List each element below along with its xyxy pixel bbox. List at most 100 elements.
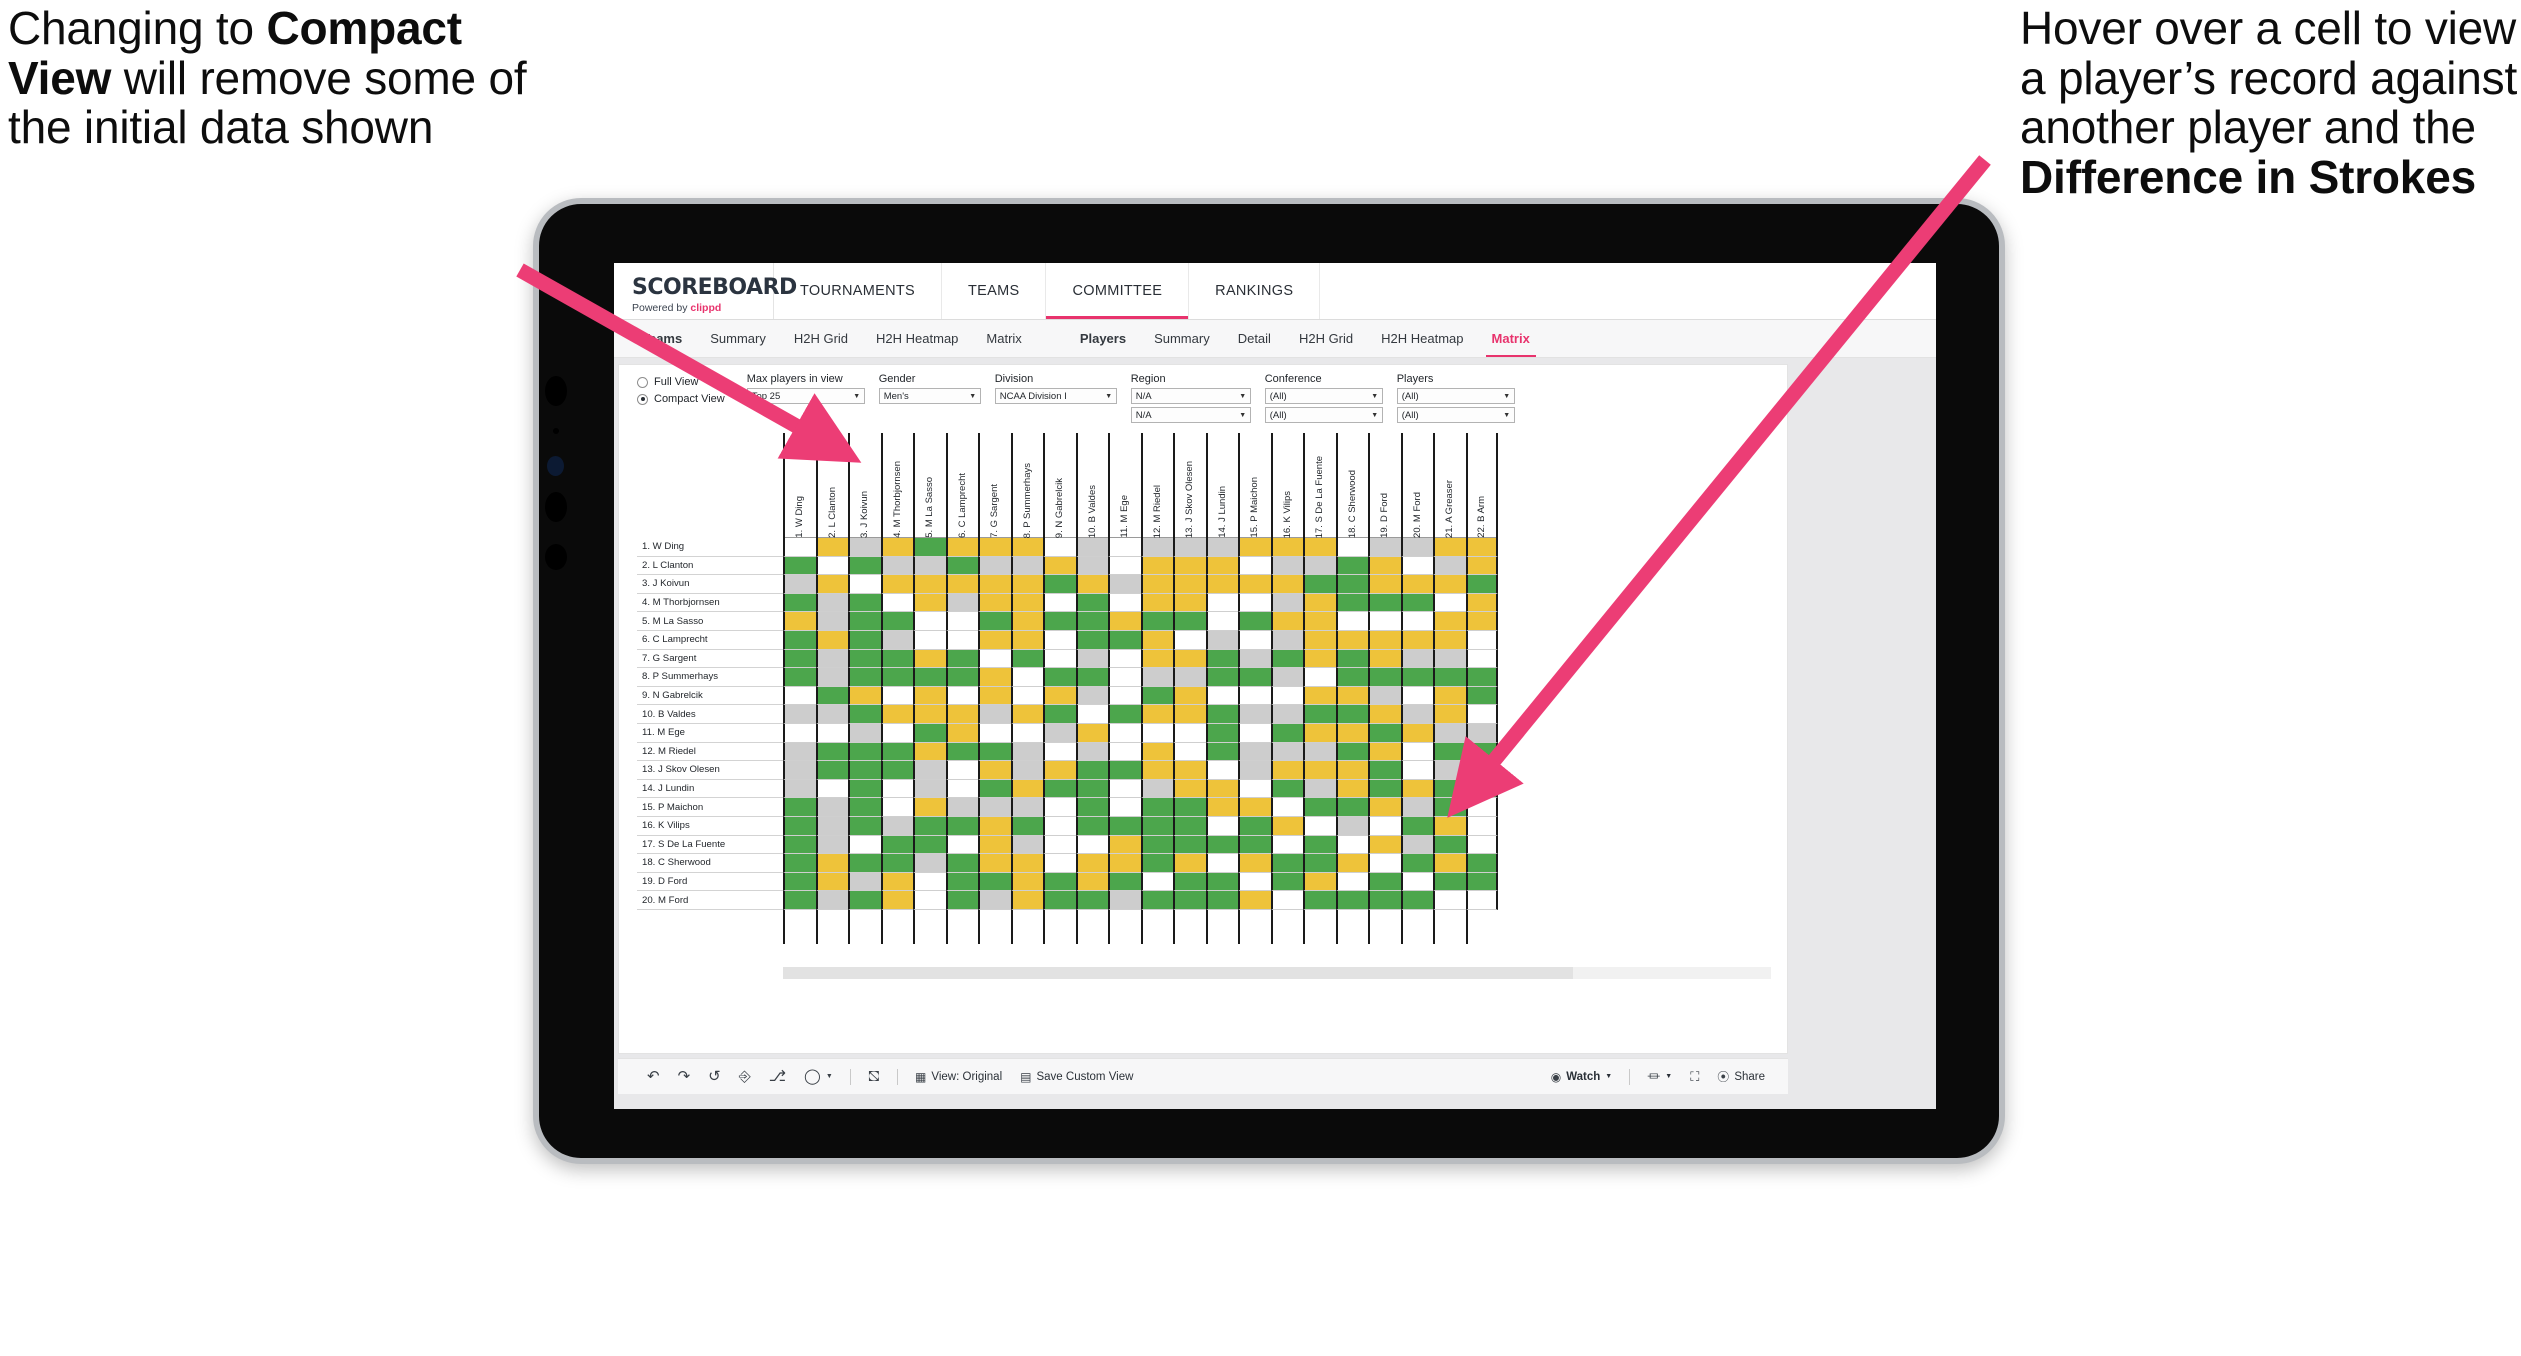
matrix-cell[interactable] [783, 686, 816, 706]
matrix-cell[interactable] [1400, 649, 1433, 669]
matrix-cell[interactable] [1205, 816, 1238, 836]
matrix-cell[interactable] [1140, 816, 1173, 836]
matrix-cell[interactable] [815, 686, 848, 706]
matrix-cell[interactable] [1335, 723, 1368, 743]
matrix-cell[interactable] [880, 761, 913, 780]
matrix-cell[interactable] [1238, 686, 1271, 706]
matrix-cell[interactable] [1140, 742, 1173, 762]
matrix-cell[interactable] [1303, 538, 1336, 557]
matrix-cell[interactable] [1238, 761, 1271, 780]
matrix-cell[interactable] [1270, 742, 1303, 762]
matrix-cell[interactable] [1205, 891, 1238, 910]
matrix-cell[interactable] [1368, 761, 1401, 780]
matrix-cell[interactable] [1335, 891, 1368, 910]
matrix-cell[interactable] [945, 556, 978, 576]
matrix-cell[interactable] [848, 630, 881, 650]
matrix-cell[interactable] [1368, 668, 1401, 687]
matrix-cell[interactable] [945, 649, 978, 669]
matrix-cell[interactable] [978, 630, 1011, 650]
matrix-cell[interactable] [1205, 593, 1238, 613]
matrix-cell[interactable] [1075, 705, 1108, 724]
matrix-cell[interactable] [945, 816, 978, 836]
matrix-cell[interactable] [913, 593, 946, 613]
matrix-cell[interactable] [945, 593, 978, 613]
matrix-cell[interactable] [1173, 575, 1206, 594]
matrix-cell[interactable] [815, 649, 848, 669]
matrix-cell[interactable] [815, 891, 848, 910]
matrix-cell[interactable] [783, 593, 816, 613]
matrix-cell[interactable] [1368, 835, 1401, 855]
matrix-cell[interactable] [880, 575, 913, 594]
matrix-cell[interactable] [1075, 668, 1108, 687]
matrix-cell[interactable] [1108, 593, 1141, 613]
subnav-players-matrix[interactable]: Matrix [1478, 320, 1544, 357]
matrix-cell[interactable] [1335, 872, 1368, 892]
matrix-cell[interactable] [1173, 798, 1206, 817]
matrix-cell[interactable] [1043, 649, 1076, 669]
matrix-cell[interactable] [1010, 649, 1043, 669]
matrix-cell[interactable] [1010, 668, 1043, 687]
matrix-cell[interactable] [1303, 742, 1336, 762]
matrix-cell[interactable] [1010, 761, 1043, 780]
matrix-cell[interactable] [945, 798, 978, 817]
matrix-cell[interactable] [1368, 649, 1401, 669]
matrix-cell[interactable] [1368, 630, 1401, 650]
matrix-cell[interactable] [945, 854, 978, 873]
matrix-cell[interactable] [1238, 668, 1271, 687]
watch-button[interactable]: ◉ Watch ▼ [1542, 1071, 1622, 1083]
matrix-cell[interactable] [1108, 798, 1141, 817]
matrix-cell[interactable] [1173, 816, 1206, 836]
matrix-cell[interactable] [913, 798, 946, 817]
matrix-cell[interactable] [783, 575, 816, 594]
matrix-cell[interactable] [848, 649, 881, 669]
matrix-cell[interactable] [1173, 668, 1206, 687]
matrix-cell[interactable] [913, 705, 946, 724]
brand-logo[interactable]: SCOREBOARD Powered by clippd [614, 263, 797, 319]
matrix-cell[interactable] [815, 705, 848, 724]
matrix-cell[interactable] [1465, 556, 1498, 576]
matrix-cell[interactable] [913, 854, 946, 873]
matrix-cell[interactable] [945, 668, 978, 687]
matrix-cell[interactable] [783, 668, 816, 687]
matrix-cell[interactable] [978, 593, 1011, 613]
matrix-cell[interactable] [1400, 872, 1433, 892]
matrix-cell[interactable] [1140, 538, 1173, 557]
matrix-cell[interactable] [848, 593, 881, 613]
matrix-cell[interactable] [880, 705, 913, 724]
radio-compact-view[interactable]: Compact View [637, 393, 725, 405]
matrix-cell[interactable] [1238, 816, 1271, 836]
matrix-cell[interactable] [978, 686, 1011, 706]
matrix-cell[interactable] [815, 723, 848, 743]
matrix-cell[interactable] [1205, 742, 1238, 762]
revert-button[interactable]: ↺ [699, 1069, 730, 1084]
matrix-cell[interactable] [1075, 798, 1108, 817]
matrix-cell[interactable] [1010, 798, 1043, 817]
matrix-cell[interactable] [1465, 891, 1498, 910]
matrix-cell[interactable] [945, 761, 978, 780]
matrix-cell[interactable] [1433, 593, 1466, 613]
matrix-cell[interactable] [913, 686, 946, 706]
matrix-cell[interactable] [880, 668, 913, 687]
matrix-cell[interactable] [1465, 538, 1498, 557]
matrix-cell[interactable] [783, 798, 816, 817]
filter-region-select-2[interactable]: N/A ▼ [1130, 407, 1251, 423]
subnav-teams-h2h-grid[interactable]: H2H Grid [780, 320, 862, 357]
matrix-cell[interactable] [1140, 723, 1173, 743]
matrix-cell[interactable] [945, 723, 978, 743]
matrix-cell[interactable] [1368, 798, 1401, 817]
matrix-cell[interactable] [880, 538, 913, 557]
topnav-tournaments[interactable]: TOURNAMENTS [774, 263, 943, 319]
matrix-cell[interactable] [1173, 705, 1206, 724]
matrix-cell[interactable] [913, 630, 946, 650]
matrix-cell[interactable] [1465, 705, 1498, 724]
matrix-cell[interactable] [1303, 835, 1336, 855]
matrix-cell[interactable] [1043, 891, 1076, 910]
matrix-cell[interactable] [1108, 835, 1141, 855]
matrix-cell[interactable] [1400, 816, 1433, 836]
matrix-cell[interactable] [1075, 872, 1108, 892]
matrix-cell[interactable] [1238, 742, 1271, 762]
matrix-cell[interactable] [783, 872, 816, 892]
matrix-cell[interactable] [978, 723, 1011, 743]
matrix-cell[interactable] [1173, 649, 1206, 669]
matrix-cell[interactable] [1270, 630, 1303, 650]
